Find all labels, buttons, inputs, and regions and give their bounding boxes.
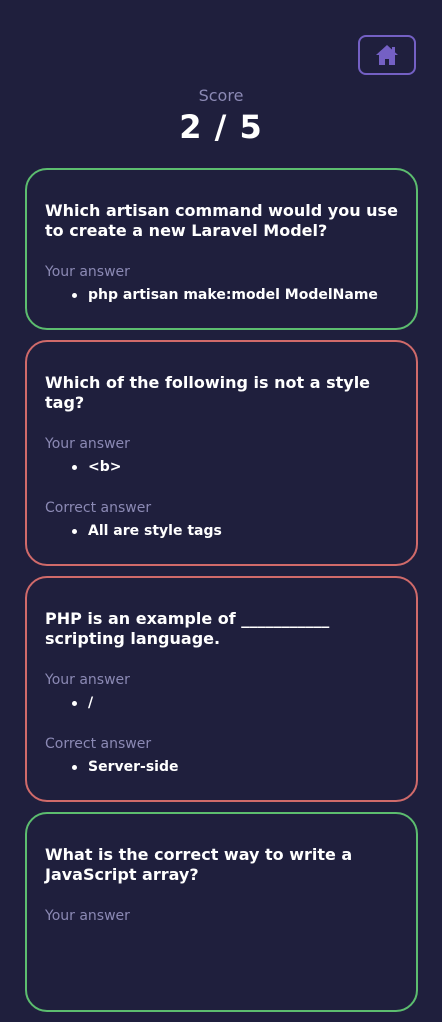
score-label: Score [198, 86, 244, 105]
your-answer-list: <b> [45, 458, 398, 476]
question-text: PHP is an example of ___________ scripti… [45, 609, 330, 648]
your-answer-label: Your answer [45, 436, 130, 452]
your-answer-list: / [45, 694, 398, 712]
results-list: Which artisan command would you use to c… [25, 168, 418, 1022]
home-icon [375, 44, 399, 66]
your-answer-item: / [72, 694, 398, 712]
correct-answer-label: Correct answer [45, 736, 152, 752]
question-text: Which artisan command would you use to c… [45, 201, 398, 240]
your-answer-item: php artisan make:model ModelName [72, 286, 398, 304]
your-answer-label: Your answer [45, 672, 130, 688]
score-value: 2 / 5 [179, 108, 263, 146]
correct-answer-item: All are style tags [72, 522, 398, 540]
correct-answer-item: Server-side [72, 758, 398, 776]
score-block: Score 2 / 5 [0, 86, 442, 146]
question-text: Which of the following is not a style ta… [45, 373, 371, 412]
home-button[interactable] [358, 35, 416, 75]
result-card: Which of the following is not a style ta… [25, 340, 418, 566]
your-answer-item: <b> [72, 458, 398, 476]
your-answer-label: Your answer [45, 264, 130, 280]
result-card: What is the correct way to write a JavaS… [25, 812, 418, 1012]
correct-answer-section: Correct answer Server-side [45, 735, 398, 776]
your-answer-label: Your answer [45, 908, 130, 924]
correct-answer-section: Correct answer All are style tags [45, 499, 398, 540]
your-answer-list: php artisan make:model ModelName [45, 286, 398, 304]
correct-answer-list: All are style tags [45, 522, 398, 540]
result-card: Which artisan command would you use to c… [25, 168, 418, 330]
question-text: What is the correct way to write a JavaS… [45, 845, 353, 884]
correct-answer-list: Server-side [45, 758, 398, 776]
correct-answer-label: Correct answer [45, 500, 152, 516]
result-card: PHP is an example of ___________ scripti… [25, 576, 418, 802]
